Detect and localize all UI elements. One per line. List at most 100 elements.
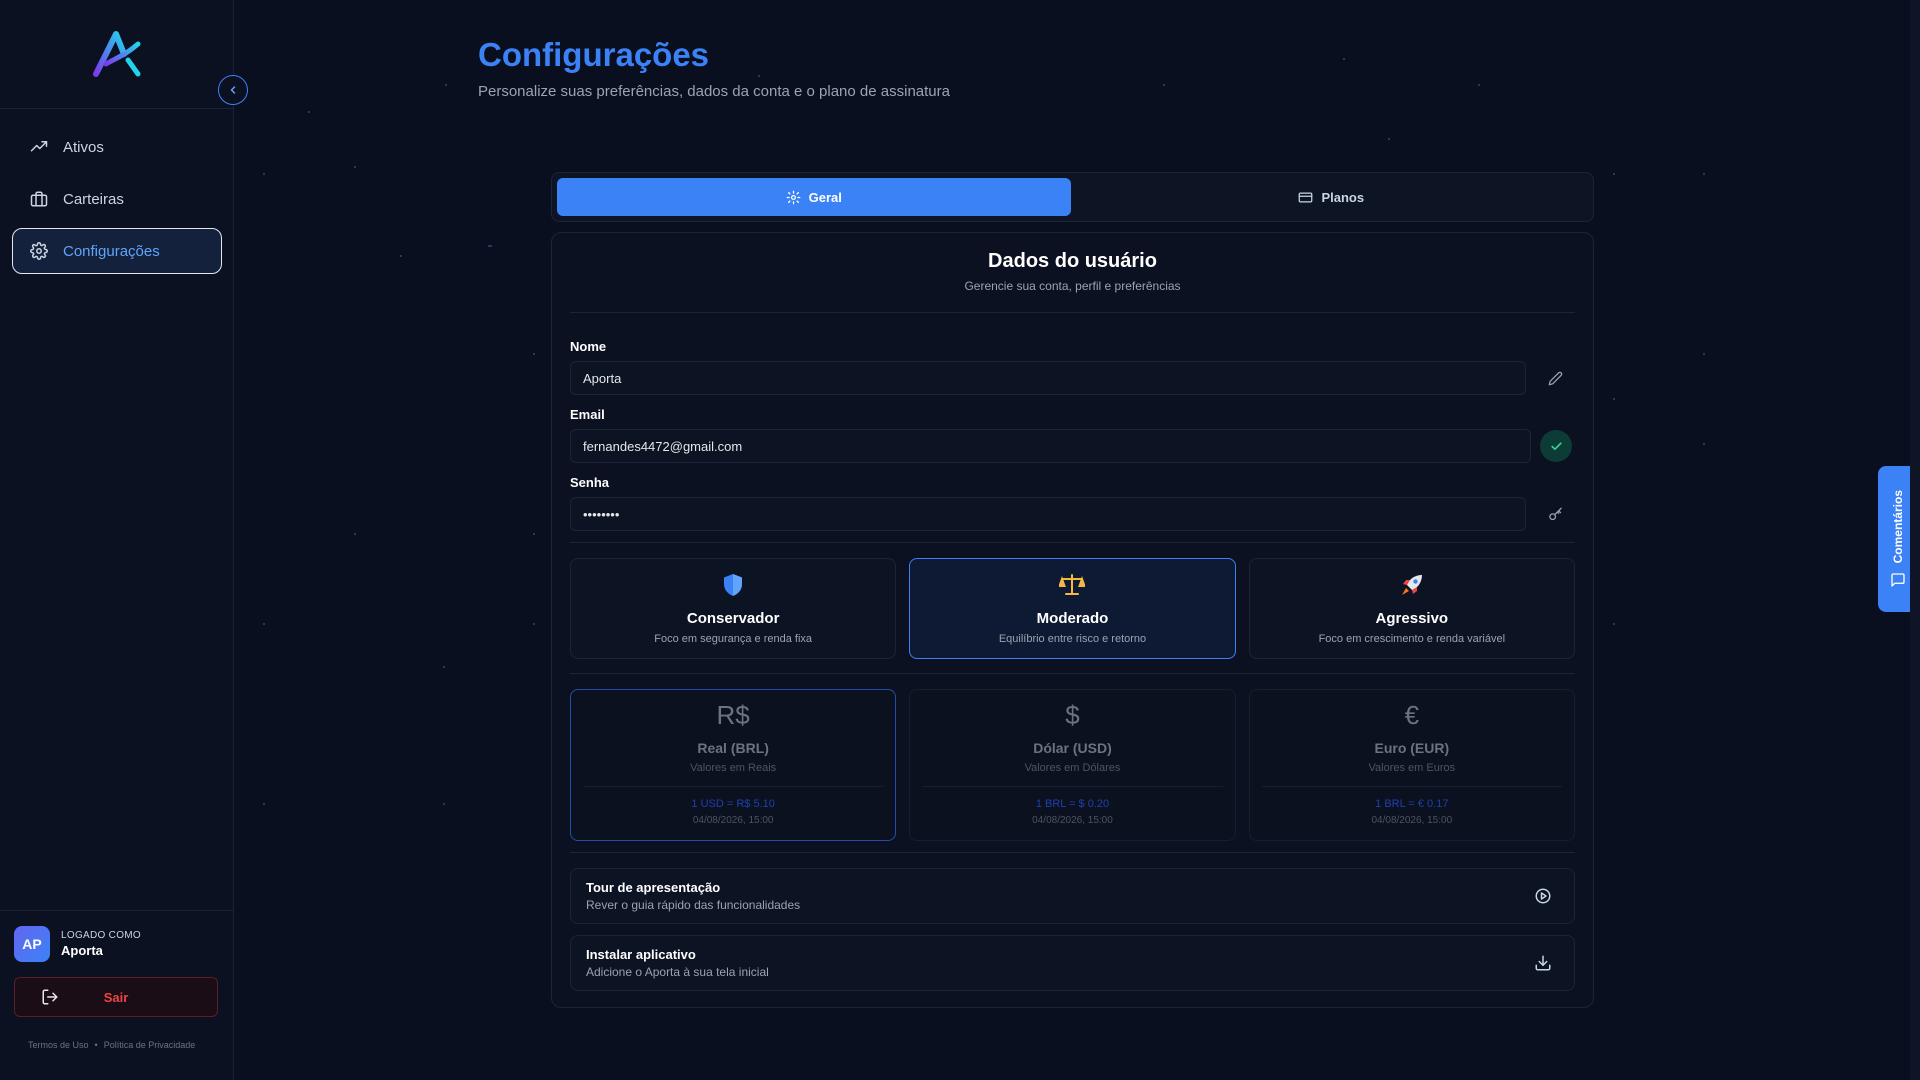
password-field[interactable] [570, 497, 1526, 531]
card-title: Dados do usuário [988, 250, 1157, 272]
rate-timestamp: 04/08/2026, 15:00 [692, 815, 774, 826]
card-subtitle: Gerencie sua conta, perfil e preferência… [964, 279, 1181, 293]
play-circle-icon [1534, 887, 1552, 905]
profile-card-conservador[interactable]: Conservador Foco em segurança e renda fi… [570, 558, 897, 659]
sidebar-item-label: Ativos [63, 138, 104, 156]
sidebar-divider [0, 910, 233, 911]
section-divider [570, 312, 1575, 313]
feedback-label: Comentários [1891, 490, 1905, 564]
scales-icon [910, 573, 1234, 597]
sidebar-nav: Ativos Carteiras Configurações [12, 124, 222, 280]
key-icon [1548, 507, 1562, 520]
app-logo[interactable] [92, 30, 142, 78]
currency-divider [583, 786, 884, 787]
currency-options: R$ Real (BRL) Valores em Reais 1 USD = R… [570, 689, 1575, 841]
rocket-icon [1250, 573, 1574, 597]
tab-label: Planos [1321, 189, 1365, 205]
profile-title: Moderado [1036, 610, 1109, 627]
sidebar-item-label: Carteiras [63, 190, 124, 208]
sidebar-collapse-button[interactable] [218, 75, 248, 105]
page-subtitle: Personalize suas preferências, dados da … [478, 83, 950, 100]
sidebar-item-ativos[interactable]: Ativos [12, 124, 222, 170]
install-title: Instalar aplicativo [586, 947, 696, 962]
chevron-left-icon [230, 86, 236, 94]
briefcase-icon [30, 190, 48, 208]
tab-geral[interactable]: Geral [557, 178, 1071, 216]
settings-tabs: Geral Planos [551, 172, 1594, 222]
rate-timestamp: 04/08/2026, 15:00 [1371, 815, 1453, 826]
shield-icon [571, 573, 895, 597]
terms-link[interactable]: Termos de Uso [28, 1040, 89, 1050]
logout-icon [41, 988, 59, 1006]
currency-symbol: $ [1065, 700, 1080, 730]
exchange-rate: 1 USD = R$ 5.10 [691, 798, 775, 810]
check-icon [1550, 441, 1562, 450]
logo-icon [93, 31, 141, 77]
currency-card-eur[interactable]: € Euro (EUR) Valores em Euros 1 BRL = € … [1248, 689, 1575, 841]
sidebar-divider [0, 108, 233, 109]
name-label: Nome [570, 339, 607, 354]
profile-description: Foco em segurança e renda fixa [654, 633, 813, 645]
install-description: Adicione o Aporta à sua tela inicial [586, 965, 769, 979]
currency-title: Dólar (USD) [1033, 740, 1112, 756]
sidebar-item-configuracoes[interactable]: Configurações [12, 228, 222, 274]
change-password-button[interactable] [1538, 497, 1572, 531]
name-input[interactable] [570, 361, 1526, 395]
email-label: Email [570, 407, 605, 422]
edit-name-button[interactable] [1538, 361, 1572, 395]
tour-title: Tour de apresentação [586, 880, 721, 895]
currency-card-brl[interactable]: R$ Real (BRL) Valores em Reais 1 USD = R… [570, 689, 897, 841]
tour-description: Rever o guia rápido das funcionalidades [586, 898, 801, 912]
investor-profiles: Conservador Foco em segurança e renda fi… [570, 558, 1575, 659]
currency-symbol: R$ [716, 700, 750, 730]
logout-button[interactable]: Sair [14, 977, 218, 1017]
page-scrollbar[interactable] [1910, 0, 1920, 1080]
email-verified-badge [1540, 430, 1572, 462]
logged-as-caption: LOGADO COMO [61, 930, 141, 941]
profile-card-moderado[interactable]: Moderado Equilíbrio entre risco e retorn… [909, 558, 1236, 659]
profile-title: Conservador [686, 610, 780, 627]
tab-planos[interactable]: Planos [1075, 178, 1589, 216]
section-divider [570, 852, 1575, 853]
privacy-link[interactable]: Política de Privacidade [104, 1040, 196, 1050]
message-square-icon [1890, 572, 1906, 588]
currency-symbol: € [1404, 700, 1420, 730]
section-divider [570, 542, 1575, 543]
sidebar: Ativos Carteiras Configurações AP LOGADO… [0, 0, 234, 1080]
avatar: AP [14, 926, 50, 962]
download-icon [1534, 954, 1552, 972]
profile-description: Equilíbrio entre risco e retorno [998, 633, 1147, 645]
logout-label: Sair [103, 989, 129, 1005]
currency-divider [1261, 786, 1562, 787]
gear-icon [786, 190, 801, 205]
page-title: Configurações [478, 36, 710, 73]
user-info: AP LOGADO COMO Aporta [14, 926, 141, 962]
rate-timestamp: 04/08/2026, 15:00 [1032, 815, 1113, 826]
user-name: Aporta [61, 943, 103, 958]
exchange-rate: 1 BRL = $ 0.20 [1035, 798, 1110, 810]
currency-title: Real (BRL) [697, 740, 769, 756]
currency-divider [922, 786, 1223, 787]
email-field[interactable] [570, 429, 1531, 463]
exchange-rate: 1 BRL = € 0.17 [1375, 798, 1449, 810]
tour-row[interactable]: Tour de apresentação Rever o guia rápido… [570, 868, 1575, 924]
sidebar-item-carteiras[interactable]: Carteiras [12, 176, 222, 222]
password-label: Senha [570, 475, 610, 490]
profile-card-agressivo[interactable]: Agressivo Foco em crescimento e renda va… [1248, 558, 1575, 659]
currency-description: Valores em Euros [1368, 762, 1456, 774]
trending-up-icon [30, 138, 48, 156]
user-data-card: Dados do usuário Gerencie sua conta, per… [551, 232, 1594, 1008]
profile-title: Agressivo [1375, 610, 1449, 627]
install-app-row[interactable]: Instalar aplicativo Adicione o Aporta à … [570, 935, 1575, 991]
gear-icon [30, 242, 48, 260]
currency-description: Valores em Dólares [1024, 762, 1121, 774]
currency-card-usd[interactable]: $ Dólar (USD) Valores em Dólares 1 BRL =… [909, 689, 1236, 841]
section-divider [570, 673, 1575, 674]
currency-title: Euro (EUR) [1374, 740, 1450, 756]
tab-label: Geral [808, 189, 842, 205]
sidebar-item-label: Configurações [63, 242, 160, 260]
profile-description: Foco em crescimento e renda variável [1318, 633, 1506, 645]
pencil-icon [1548, 371, 1562, 385]
legal-links: Termos de Uso • Política de Privacidade [28, 1040, 195, 1050]
legal-separator: • [94, 1040, 98, 1050]
